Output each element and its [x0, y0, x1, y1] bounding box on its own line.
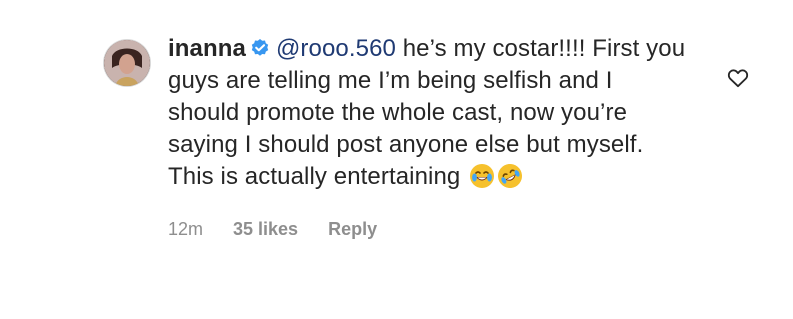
comment-item: inanna @rooo.560 he’s my costar!!!! Firs…	[0, 0, 793, 319]
likes-count[interactable]: 35 likes	[233, 219, 298, 240]
mention-link[interactable]: @rooo.560	[276, 35, 396, 62]
face-with-tears-of-joy-icon	[469, 163, 495, 189]
comment-meta: 12m 35 likes Reply	[168, 219, 688, 240]
comment-text: inanna @rooo.560 he’s my costar!!!! Firs…	[168, 33, 688, 193]
avatar[interactable]	[104, 40, 150, 86]
comment-time: 12m	[168, 219, 204, 239]
comment-content: inanna @rooo.560 he’s my costar!!!! Firs…	[168, 33, 688, 240]
verified-badge-icon	[250, 38, 270, 58]
comment-username[interactable]: inanna	[168, 35, 246, 62]
rolling-on-floor-laughing-icon	[497, 163, 523, 189]
heart-outline-icon[interactable]	[727, 68, 749, 88]
reply-button[interactable]: Reply	[328, 219, 377, 240]
